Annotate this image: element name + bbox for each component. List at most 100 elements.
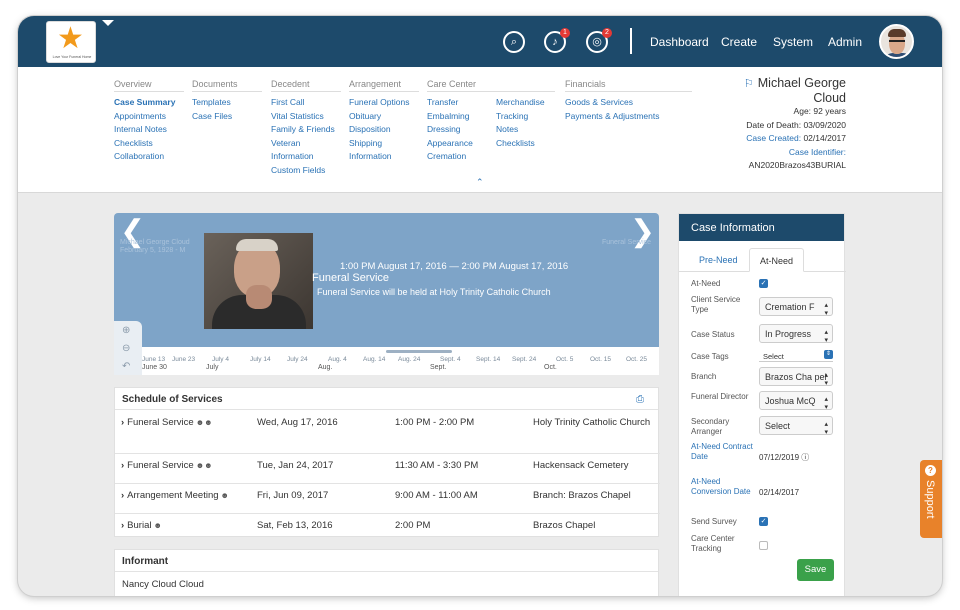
axis-tick: Oct. 5 bbox=[556, 356, 574, 363]
date-of-death: Date of Death: 03/09/2020 bbox=[746, 119, 846, 130]
informant-name: Nancy Cloud Cloud bbox=[122, 579, 204, 590]
print-icon[interactable]: ⎙ bbox=[636, 394, 644, 405]
menu-item-tracking[interactable]: Tracking bbox=[496, 110, 556, 124]
axis-tick: Oct. 25 bbox=[626, 356, 647, 363]
menu-item-decedent-information[interactable]: Information bbox=[271, 150, 341, 164]
nav-admin[interactable]: Admin bbox=[828, 35, 862, 49]
case-tags-select[interactable]: Select ⇕ bbox=[759, 350, 833, 362]
menu-item-notes[interactable]: Notes bbox=[496, 123, 556, 137]
decedent-photo bbox=[204, 233, 313, 329]
menu-item-case-files[interactable]: Case Files bbox=[192, 110, 262, 124]
collapse-menu-icon[interactable]: ⌃ bbox=[476, 177, 484, 188]
table-row[interactable]: › Funeral Service ☻☻ Wed, Aug 17, 2016 1:0… bbox=[115, 411, 660, 454]
menu-heading: Care Center bbox=[427, 79, 555, 92]
contract-date-label[interactable]: At-Need Contract Date bbox=[691, 442, 753, 462]
menu-item-cremation[interactable]: Cremation bbox=[427, 150, 555, 164]
user-avatar[interactable] bbox=[879, 24, 914, 59]
logo[interactable]: ★ Love Your Funeral Home bbox=[46, 21, 96, 63]
info-icon[interactable]: ⓘ bbox=[801, 453, 809, 462]
select-arrows-icon: ▴ ▾ bbox=[824, 372, 828, 386]
service-type-select[interactable]: Cremation F ▴ ▾ bbox=[759, 297, 833, 316]
timeline-axis[interactable]: June 13 June 23 July 4 July 14 July 24 A… bbox=[142, 347, 659, 375]
service-timeline[interactable]: ❮ ❯ Michael George Cloud February 5, 1928… bbox=[114, 213, 659, 375]
menu-item-appointments[interactable]: Appointments bbox=[114, 110, 184, 124]
menu-item-funeral-options[interactable]: Funeral Options bbox=[349, 96, 419, 110]
conversion-date-label[interactable]: At-Need Conversion Date bbox=[691, 477, 753, 497]
axis-tick: June 13 bbox=[142, 356, 166, 363]
secondary-arranger-select[interactable]: Select ▴ ▾ bbox=[759, 416, 833, 435]
bookmark-icon[interactable]: ⚐ bbox=[744, 78, 754, 90]
table-row[interactable]: › Burial ☻ Sat, Feb 13, 2016 2:00 PM Brazo… bbox=[115, 514, 660, 538]
funeral-director-select[interactable]: Joshua McQ ▴ ▾ bbox=[759, 391, 833, 410]
menu-item-arrangement-information[interactable]: Information bbox=[349, 150, 419, 164]
menu-item-care-checklists[interactable]: Checklists bbox=[496, 137, 556, 151]
menu-heading: Arrangement bbox=[349, 79, 419, 92]
menu-item-first-call[interactable]: First Call bbox=[271, 96, 341, 110]
menu-item-custom-fields[interactable]: Custom Fields bbox=[271, 164, 341, 178]
logo-dropdown-caret-icon[interactable] bbox=[102, 20, 114, 26]
support-tab[interactable]: ? Support bbox=[920, 460, 942, 538]
table-row[interactable]: › Funeral Service ☻☻ Tue, Jan 24, 2017 11:… bbox=[115, 454, 660, 484]
nav-dashboard[interactable]: Dashboard bbox=[650, 35, 709, 49]
menu-item-shipping[interactable]: Shipping bbox=[349, 137, 419, 151]
menu-item-case-summary[interactable]: Case Summary bbox=[114, 96, 184, 110]
service-name[interactable]: › Burial ☻ bbox=[121, 520, 162, 531]
select-arrows-icon: ▴ ▾ bbox=[824, 329, 828, 343]
menu-item-collaboration[interactable]: Collaboration bbox=[114, 150, 184, 164]
axis-tick: July 4 bbox=[212, 356, 229, 363]
menu-heading: Documents bbox=[192, 79, 262, 92]
decedent-summary: ⚐ Michael George Cloud Age: 92 years Date… bbox=[722, 76, 846, 173]
user-tie-icon: ☻ bbox=[220, 491, 229, 500]
case-status-select[interactable]: In Progress ▴ ▾ bbox=[759, 324, 833, 343]
axis-tick: Oct. 15 bbox=[590, 356, 611, 363]
service-name[interactable]: › Funeral Service ☻☻ bbox=[121, 460, 213, 471]
nav-create[interactable]: Create bbox=[721, 35, 757, 49]
menu-item-obituary[interactable]: Obituary bbox=[349, 110, 419, 124]
menu-item-templates[interactable]: Templates bbox=[192, 96, 262, 110]
menu-item-checklists[interactable]: Checklists bbox=[114, 137, 184, 151]
menu-documents: Documents Templates Case Files bbox=[192, 79, 262, 123]
search-icon[interactable]: ⌕ bbox=[503, 31, 525, 53]
menu-item-internal-notes[interactable]: Internal Notes bbox=[114, 123, 184, 137]
select-arrows-icon: ▴ ▾ bbox=[824, 421, 828, 435]
axis-month: July bbox=[206, 364, 219, 371]
tab-at-need[interactable]: At-Need bbox=[749, 248, 805, 272]
service-name[interactable]: › Funeral Service ☻☻ bbox=[121, 417, 213, 428]
menu-item-vital-statistics[interactable]: Vital Statistics bbox=[271, 110, 341, 124]
menu-heading: Financials bbox=[565, 79, 692, 92]
tasks-icon[interactable]: ◎ 2 bbox=[586, 28, 612, 53]
bell-icon[interactable]: ♪ 1 bbox=[544, 28, 570, 53]
zoom-out-icon[interactable]: ⊖ bbox=[122, 343, 130, 354]
service-location: Branch: Brazos Chapel bbox=[533, 490, 631, 501]
axis-month: Aug. bbox=[318, 364, 333, 371]
zoom-in-icon[interactable]: ⊕ bbox=[122, 325, 130, 336]
service-name[interactable]: › Arrangement Meeting ☻ bbox=[121, 490, 229, 501]
care-tracking-checkbox[interactable] bbox=[759, 541, 768, 550]
branch-select[interactable]: Brazos Cha pel ▴ ▾ bbox=[759, 367, 833, 386]
group-icon: ☻☻ bbox=[195, 461, 213, 470]
menu-item-goods-services[interactable]: Goods & Services bbox=[565, 96, 692, 110]
menu-item-disposition[interactable]: Disposition bbox=[349, 123, 419, 137]
at-need-checkbox[interactable]: ✓ bbox=[759, 279, 768, 288]
user-tie-icon: ☻ bbox=[153, 521, 162, 530]
save-button[interactable]: Save bbox=[797, 559, 834, 581]
service-date: Wed, Aug 17, 2016 bbox=[257, 417, 338, 428]
table-row[interactable]: › Arrangement Meeting ☻ Fri, Jun 09, 2017 … bbox=[115, 484, 660, 514]
menu-item-merchandise[interactable]: Merchandise bbox=[496, 96, 556, 110]
conversion-date-value: 02/14/2017 bbox=[759, 488, 800, 497]
menu-item-veteran[interactable]: Veteran bbox=[271, 137, 341, 151]
timeline-next-label: Funeral Service bbox=[602, 239, 652, 246]
timeline-scrubber[interactable] bbox=[386, 350, 452, 353]
axis-tick: Sept. 24 bbox=[512, 356, 537, 363]
event-title: Funeral Service bbox=[312, 272, 390, 284]
contract-date-value: 07/12/2019 ⓘ bbox=[759, 453, 810, 462]
group-icon: ☻☻ bbox=[195, 418, 213, 427]
send-survey-checkbox[interactable]: ✓ bbox=[759, 517, 768, 526]
nav-system[interactable]: System bbox=[773, 35, 813, 49]
menu-item-family-friends[interactable]: Family & Friends bbox=[271, 123, 341, 137]
axis-tick: Aug. 24 bbox=[398, 356, 421, 363]
axis-month: June 30 bbox=[142, 364, 167, 371]
menu-item-payments-adjustments[interactable]: Payments & Adjustments bbox=[565, 110, 692, 124]
reset-zoom-icon[interactable]: ↶ bbox=[122, 361, 130, 372]
tab-pre-need[interactable]: Pre-Need bbox=[689, 248, 748, 272]
